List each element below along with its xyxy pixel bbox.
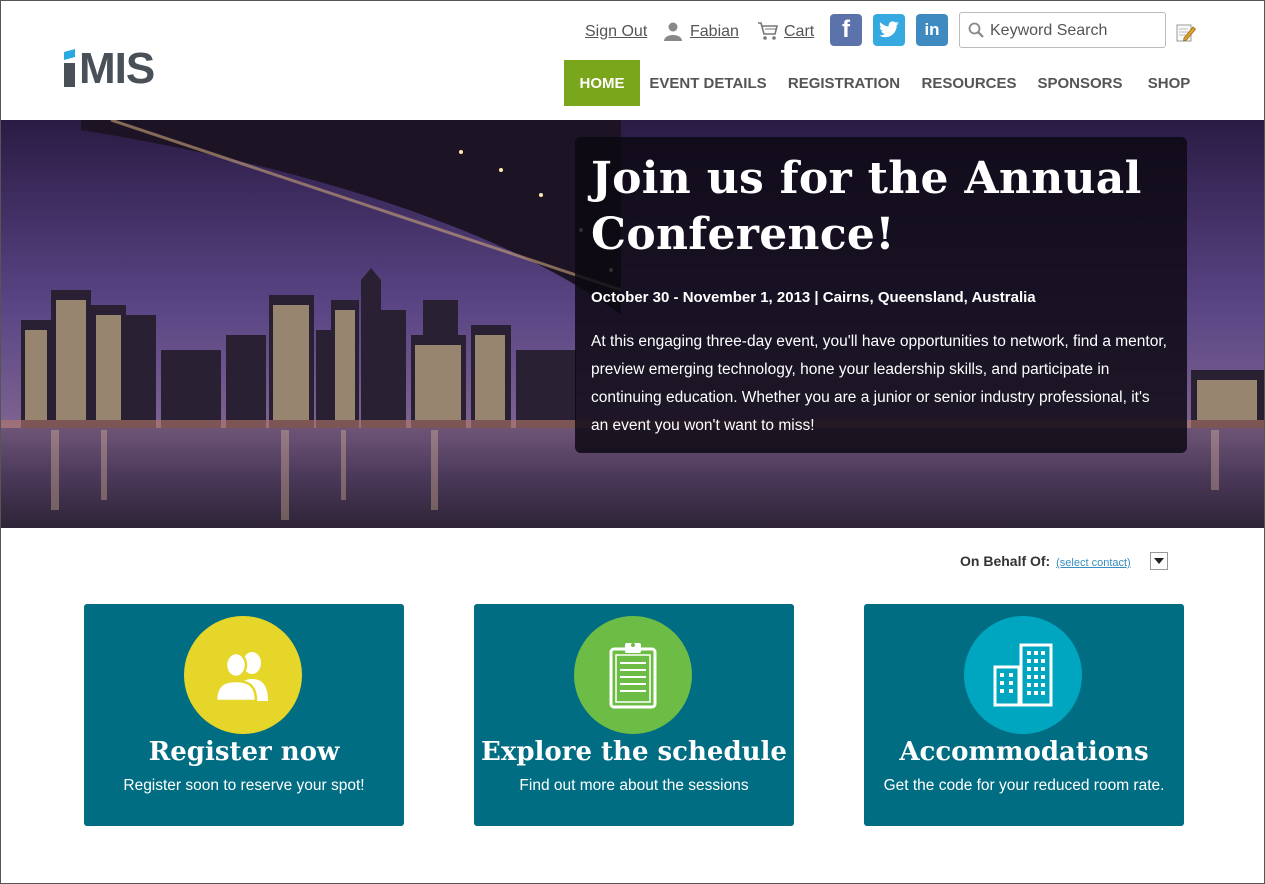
card-register[interactable]: Register now Register soon to reserve yo…: [84, 604, 404, 826]
sign-out-link[interactable]: Sign Out: [585, 23, 647, 41]
nav-event-details[interactable]: EVENT DETAILS: [646, 60, 770, 106]
buildings-icon: [993, 643, 1053, 707]
on-behalf-label: On Behalf Of:: [960, 553, 1051, 569]
card-schedule-circle: [574, 616, 692, 734]
facebook-icon[interactable]: f: [830, 14, 862, 46]
card-register-subtitle: Register soon to reserve your spot!: [123, 777, 365, 794]
edit-page-icon[interactable]: [1175, 21, 1197, 43]
facebook-glyph: f: [842, 16, 850, 43]
clipboard-icon: [609, 643, 657, 709]
users-icon: [214, 651, 268, 701]
card-register-circle: [184, 616, 302, 734]
user-icon: [664, 22, 682, 41]
cart-icon: [758, 22, 779, 40]
nav-registration[interactable]: REGISTRATION: [782, 60, 906, 106]
card-register-title: Register now: [148, 737, 340, 767]
twitter-bird-icon: [879, 21, 899, 38]
linkedin-icon[interactable]: in: [916, 14, 948, 46]
linkedin-glyph: in: [924, 20, 940, 39]
nav-shop[interactable]: SHOP: [1141, 60, 1197, 106]
hero-panel: Join us for the Annual Conference! Octob…: [575, 137, 1187, 453]
cart-link[interactable]: Cart: [784, 23, 814, 41]
search-box: [959, 12, 1166, 48]
on-behalf-of: On Behalf Of: (select contact): [960, 553, 1131, 571]
twitter-icon[interactable]: [873, 14, 905, 46]
nav-resources[interactable]: RESOURCES: [919, 60, 1019, 106]
card-accommodations-title: Accommodations: [899, 737, 1149, 767]
contact-dropdown-button[interactable]: [1150, 552, 1168, 570]
card-accommodations-circle: [964, 616, 1082, 734]
select-contact-link[interactable]: (select contact): [1056, 557, 1131, 569]
hero-title: Join us for the Annual Conference!: [591, 153, 1142, 260]
user-name-link[interactable]: Fabian: [690, 23, 739, 41]
hero-description: At this engaging three-day event, you'll…: [591, 333, 1167, 434]
hero-event-meta: October 30 - November 1, 2013 | Cairns, …: [591, 289, 1036, 306]
page-frame: MIS Sign Out Fabian Cart f in HOME: [0, 0, 1265, 884]
card-schedule-subtitle: Find out more about the sessions: [519, 777, 749, 794]
card-accommodations[interactable]: Accommodations Get the code for your red…: [864, 604, 1184, 826]
search-input[interactable]: [988, 17, 1164, 45]
nav-sponsors[interactable]: SPONSORS: [1033, 60, 1127, 106]
hero-banner: Join us for the Annual Conference! Octob…: [1, 120, 1264, 528]
card-accommodations-subtitle: Get the code for your reduced room rate.: [883, 777, 1165, 794]
card-schedule-title: Explore the schedule: [481, 737, 787, 767]
main-nav: HOME EVENT DETAILS REGISTRATION RESOURCE…: [1, 60, 1264, 106]
search-icon[interactable]: [968, 22, 984, 38]
card-schedule[interactable]: Explore the schedule Find out more about…: [474, 604, 794, 826]
nav-home[interactable]: HOME: [564, 60, 640, 106]
